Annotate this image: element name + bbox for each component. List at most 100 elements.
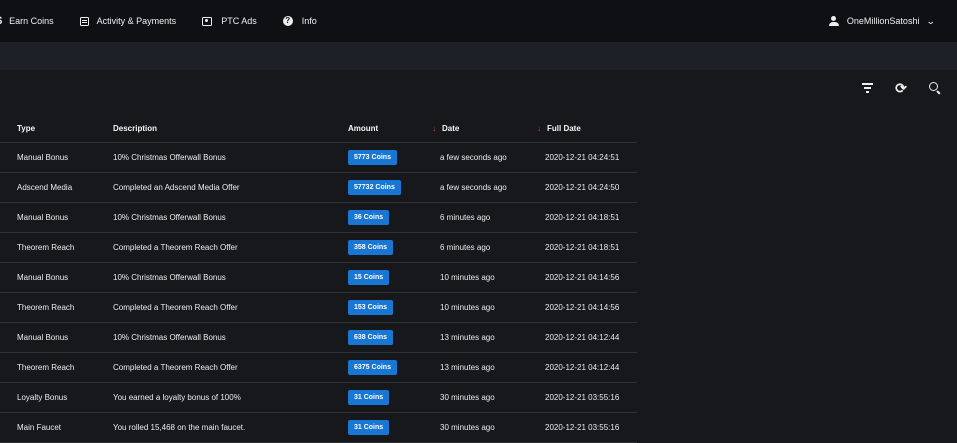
header-description[interactable]: Description: [113, 114, 348, 143]
table-toolbar: ⟳: [843, 78, 945, 98]
amount-badge: 153 Coins: [348, 300, 394, 315]
cell-amount: 31 Coins: [348, 382, 440, 413]
list-icon: [79, 16, 89, 26]
dollar-icon: $: [0, 15, 2, 27]
search-button[interactable]: [925, 78, 945, 98]
sub-header-bar: [0, 42, 957, 70]
header-full-date[interactable]: ↓ Full Date: [537, 114, 637, 143]
nav-earn-coins-label: Earn Coins: [9, 16, 54, 26]
nav-ptc-label: PTC Ads: [221, 16, 257, 26]
cell-amount: 15 Coins: [348, 262, 440, 293]
header-type[interactable]: Type: [0, 114, 113, 143]
cell-type: Manual Bonus: [0, 262, 113, 293]
table-row: Theorem Reach Completed a Theorem Reach O…: [0, 232, 637, 263]
filter-icon: [861, 82, 873, 94]
cell-date: 6 minutes ago: [440, 202, 545, 233]
cell-full-date: 2020-12-21 04:18:51: [545, 232, 637, 263]
username: OneMillionSatoshi: [846, 16, 920, 26]
cell-description: 10% Christmas Offerwall Bonus: [113, 322, 348, 353]
cell-date: a few seconds ago: [440, 142, 545, 173]
cell-date: 13 minutes ago: [440, 352, 545, 383]
cell-type: Theorem Reach: [0, 352, 113, 383]
cell-description: You earned a loyalty bonus of 100%: [113, 382, 348, 413]
cell-type: Adscend Media: [0, 172, 113, 203]
table-row: Adscend Media Completed an Adscend Media …: [0, 172, 637, 203]
cell-date: 6 minutes ago: [440, 232, 545, 263]
cell-full-date: 2020-12-21 04:14:56: [545, 262, 637, 293]
sort-arrow-icon: ↓: [537, 123, 541, 133]
cell-description: Completed a Theorem Reach Offer: [113, 352, 348, 383]
user-icon: [828, 16, 839, 26]
cell-amount: 638 Coins: [348, 322, 440, 353]
search-icon: [929, 82, 941, 95]
table-row: Main Faucet You rolled 15,468 on the main…: [0, 412, 637, 443]
table-body: Manual Bonus 10% Christmas Offerwall Bonu…: [0, 142, 637, 443]
amount-badge: 5773 Coins: [348, 150, 397, 165]
header-amount[interactable]: Amount: [348, 114, 440, 143]
cell-date: 13 minutes ago: [440, 322, 545, 353]
chevron-down-icon: ⌄: [926, 15, 937, 26]
cell-description: Completed a Theorem Reach Offer: [113, 232, 348, 263]
table-row: Manual Bonus 10% Christmas Offerwall Bonu…: [0, 322, 637, 353]
cell-full-date: 2020-12-21 04:12:44: [545, 322, 637, 353]
cell-type: Loyalty Bonus: [0, 382, 113, 413]
activity-table: Type Description Amount ↓ Date ↓ Full Date…: [0, 114, 637, 443]
table-row: Theorem Reach Completed a Theorem Reach O…: [0, 352, 637, 383]
amount-badge: 358 Coins: [348, 240, 394, 255]
info-icon: ?: [282, 16, 293, 26]
nav-info[interactable]: ? Info: [282, 16, 317, 26]
cell-type: Manual Bonus: [0, 322, 113, 353]
cell-description: You rolled 15,468 on the main faucet.: [113, 412, 348, 443]
amount-badge: 6375 Coins: [348, 360, 397, 375]
cell-amount: 36 Coins: [348, 202, 440, 233]
table-row: Manual Bonus 10% Christmas Offerwall Bonu…: [0, 202, 637, 233]
cell-full-date: 2020-12-21 03:55:16: [545, 382, 637, 413]
cell-date: 30 minutes ago: [440, 382, 545, 413]
cell-type: Theorem Reach: [0, 232, 113, 263]
nav-info-label: Info: [301, 16, 317, 26]
top-navbar: $ Earn Coins Activity & Payments PTC Ads…: [0, 0, 957, 42]
cell-amount: 31 Coins: [348, 412, 440, 443]
amount-badge: 31 Coins: [348, 390, 390, 405]
sync-icon: ⟳: [895, 79, 907, 96]
cell-type: Manual Bonus: [0, 142, 113, 173]
amount-badge: 15 Coins: [348, 270, 390, 285]
cell-date: a few seconds ago: [440, 172, 545, 203]
cell-description: Completed an Adscend Media Offer: [113, 172, 348, 203]
cell-full-date: 2020-12-21 04:24:51: [545, 142, 637, 173]
header-full-date-label: Full Date: [547, 123, 581, 133]
cell-amount: 57732 Coins: [348, 172, 440, 203]
cell-description: 10% Christmas Offerwall Bonus: [113, 202, 348, 233]
nav-activity-label: Activity & Payments: [96, 16, 177, 26]
sort-arrow-icon: ↓: [432, 123, 436, 133]
cell-amount: 153 Coins: [348, 292, 440, 323]
cell-full-date: 2020-12-21 03:55:16: [545, 412, 637, 443]
table-row: Theorem Reach Completed a Theorem Reach O…: [0, 292, 637, 323]
cell-type: Theorem Reach: [0, 292, 113, 323]
user-menu[interactable]: OneMillionSatoshi ⌄: [828, 0, 937, 42]
amount-badge: 36 Coins: [348, 210, 390, 225]
filter-button[interactable]: [857, 78, 877, 98]
header-date[interactable]: ↓ Date: [432, 114, 545, 143]
cell-type: Main Faucet: [0, 412, 113, 443]
cell-amount: 358 Coins: [348, 232, 440, 263]
refresh-button[interactable]: ⟳: [891, 78, 911, 98]
cell-full-date: 2020-12-21 04:12:44: [545, 352, 637, 383]
cell-amount: 6375 Coins: [348, 352, 440, 383]
cell-description: 10% Christmas Offerwall Bonus: [113, 142, 348, 173]
cell-amount: 5773 Coins: [348, 142, 440, 173]
cell-date: 30 minutes ago: [440, 412, 545, 443]
table-row: Manual Bonus 10% Christmas Offerwall Bonu…: [0, 262, 637, 293]
nav-earn-coins[interactable]: $ Earn Coins: [0, 15, 54, 27]
table-header-row: Type Description Amount ↓ Date ↓ Full Date: [0, 114, 637, 143]
amount-badge: 638 Coins: [348, 330, 394, 345]
cell-type: Manual Bonus: [0, 202, 113, 233]
cell-description: 10% Christmas Offerwall Bonus: [113, 262, 348, 293]
ad-icon: [202, 16, 213, 26]
table-row: Manual Bonus 10% Christmas Offerwall Bonu…: [0, 142, 637, 173]
nav-ptc-ads[interactable]: PTC Ads: [202, 16, 257, 26]
nav-activity-payments[interactable]: Activity & Payments: [79, 16, 177, 26]
cell-description: Completed a Theorem Reach Offer: [113, 292, 348, 323]
amount-badge: 31 Coins: [348, 420, 390, 435]
cell-full-date: 2020-12-21 04:14:56: [545, 292, 637, 323]
